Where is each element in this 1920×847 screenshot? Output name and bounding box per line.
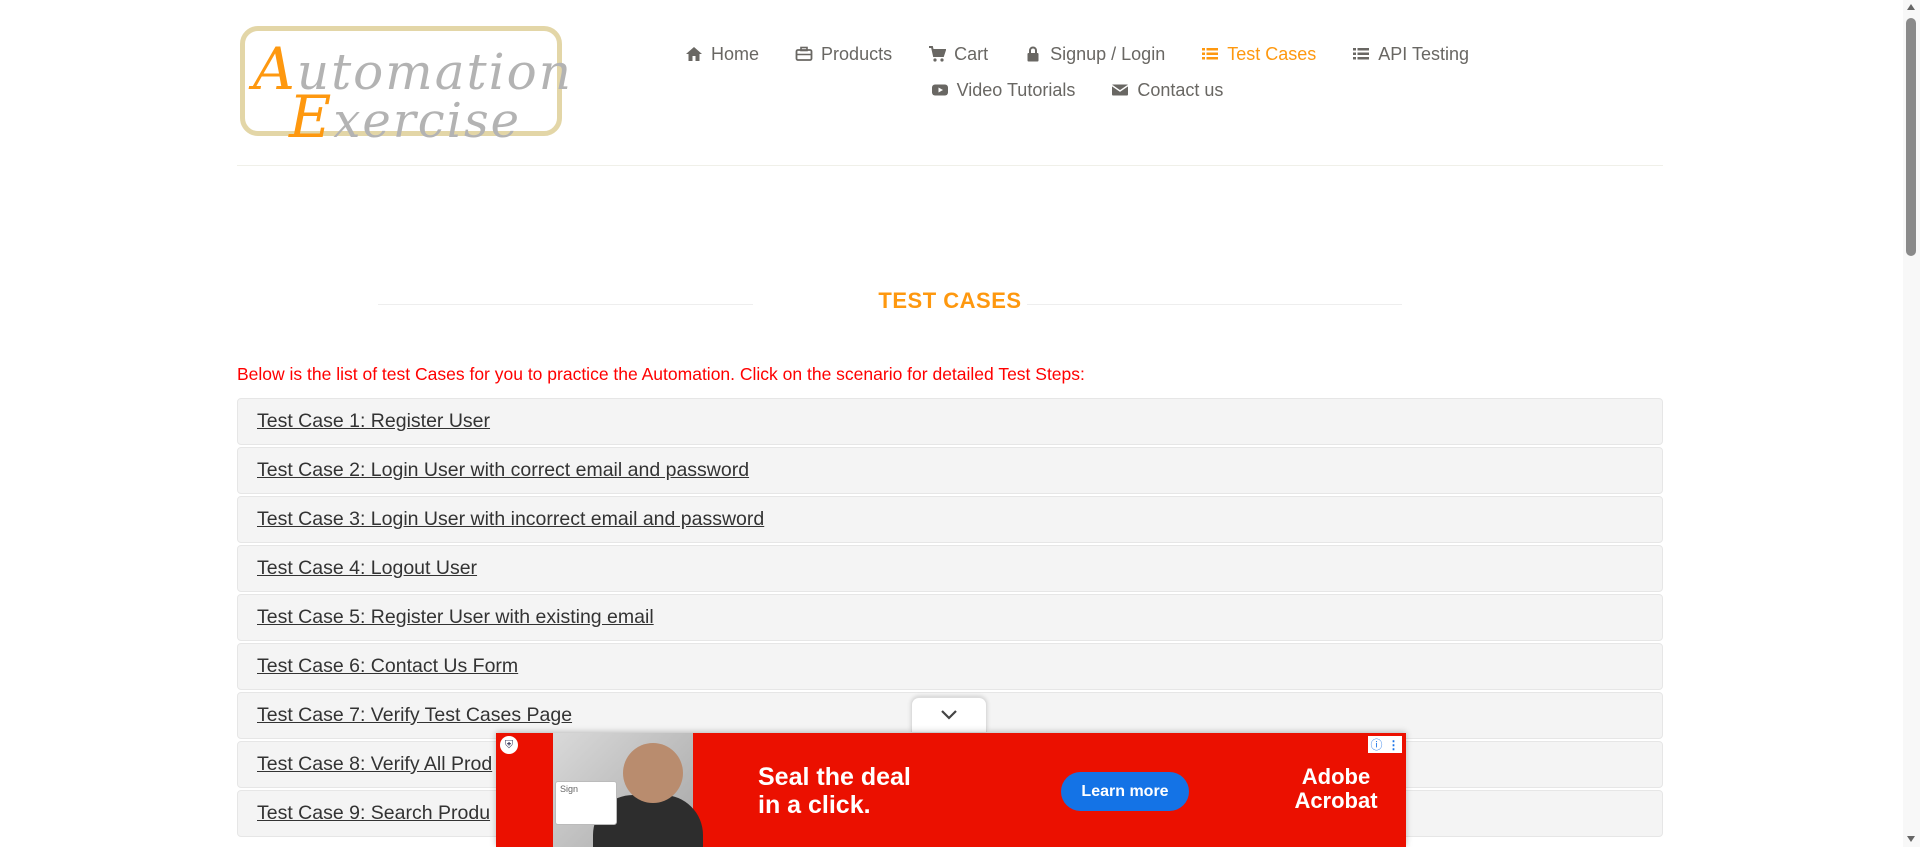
nav-item-products[interactable]: Products: [795, 44, 892, 65]
chevron-down-icon: [941, 710, 957, 720]
test-case-link-2[interactable]: Test Case 2: Login User with correct ema…: [257, 459, 749, 482]
test-case-link-6[interactable]: Test Case 6: Contact Us Form: [257, 655, 518, 678]
home-icon: [686, 47, 703, 61]
nav-label-contact-us: Contact us: [1137, 79, 1224, 100]
scroll-up-arrow-icon[interactable]: [1907, 4, 1915, 10]
nav-row-1: Home Products Cart Signup / Login Test C…: [686, 36, 1469, 72]
header-divider: [237, 165, 1663, 166]
youtube-icon: [931, 84, 948, 96]
ad-banner[interactable]: ⛨ Sign Seal the deal in a click. Learn m…: [496, 733, 1406, 847]
ad-brand: Adobe Acrobat: [1286, 765, 1386, 813]
ad-headline: Seal the deal in a click.: [758, 763, 978, 819]
ad-headline-line-2: in a click.: [758, 791, 871, 819]
site-logo[interactable]: Automation Exercise: [240, 26, 571, 151]
main-nav: Home Products Cart Signup / Login Test C…: [686, 36, 1469, 108]
test-case-link-9[interactable]: Test Case 9: Search Produ: [257, 802, 490, 825]
nav-label-test-cases: Test Cases: [1227, 43, 1317, 64]
nav-label-products: Products: [821, 43, 893, 64]
list-icon: [1202, 48, 1219, 60]
more-options-icon[interactable]: ⋮: [1387, 738, 1399, 752]
title-wrap: TEST CASES: [237, 288, 1663, 314]
list-item: Test Case 2: Login User with correct ema…: [237, 447, 1663, 494]
nav-label-home: Home: [711, 43, 760, 64]
nav-item-cart[interactable]: Cart: [928, 44, 988, 65]
ad-sign-card: Sign: [555, 781, 617, 825]
nav-label-api-testing: API Testing: [1378, 43, 1469, 64]
ad-choices[interactable]: ⓘ ⋮: [1368, 736, 1402, 753]
list-item: Test Case 3: Login User with incorrect e…: [237, 496, 1663, 543]
scroll-down-arrow-icon[interactable]: [1907, 836, 1915, 842]
ad-person-head: [623, 743, 683, 803]
test-case-link-4[interactable]: Test Case 4: Logout User: [257, 557, 477, 580]
nav-label-signup-login: Signup / Login: [1050, 43, 1166, 64]
ad-headline-line-1: Seal the deal: [758, 763, 911, 791]
list-item: Test Case 5: Register User with existing…: [237, 594, 1663, 641]
page-title: TEST CASES: [878, 288, 1022, 313]
shield-icon: ⛨: [500, 736, 518, 754]
ad-brand-line-2: Acrobat: [1294, 788, 1378, 813]
nav-item-api-testing[interactable]: API Testing: [1352, 44, 1469, 65]
ad-collapse-button[interactable]: [911, 697, 987, 732]
ad-image: Sign: [553, 733, 703, 847]
cart-icon: [929, 46, 947, 62]
list-item: Test Case 1: Register User: [237, 398, 1663, 445]
nav-item-signup-login[interactable]: Signup / Login: [1024, 44, 1165, 65]
nav-label-video-tutorials: Video Tutorials: [956, 79, 1076, 100]
info-icon[interactable]: ⓘ: [1370, 736, 1382, 753]
scrollbar-thumb[interactable]: [1906, 18, 1916, 256]
nav-row-2: Video Tutorials Contact us: [737, 72, 1417, 108]
test-case-link-8[interactable]: Test Case 8: Verify All Prod: [257, 753, 492, 776]
intro-text: Below is the list of test Cases for you …: [237, 364, 1085, 384]
envelope-icon: [1111, 84, 1129, 96]
test-case-link-1[interactable]: Test Case 1: Register User: [257, 410, 490, 433]
nav-label-cart: Cart: [954, 43, 989, 64]
list-icon: [1353, 48, 1370, 60]
learn-more-button[interactable]: Learn more: [1061, 772, 1189, 811]
test-case-link-7[interactable]: Test Case 7: Verify Test Cases Page: [257, 704, 572, 727]
nav-item-test-cases[interactable]: Test Cases: [1201, 44, 1316, 65]
briefcase-icon: [795, 46, 813, 61]
nav-item-video-tutorials[interactable]: Video Tutorials: [931, 79, 1076, 101]
nav-item-home[interactable]: Home: [685, 44, 759, 65]
logo-line-2: Exercise: [289, 83, 522, 151]
test-case-link-3[interactable]: Test Case 3: Login User with incorrect e…: [257, 508, 764, 531]
list-item: Test Case 6: Contact Us Form: [237, 643, 1663, 690]
lock-icon: [1027, 46, 1039, 62]
test-case-link-5[interactable]: Test Case 5: Register User with existing…: [257, 606, 654, 629]
ad-brand-line-1: Adobe: [1301, 764, 1371, 789]
nav-item-contact-us[interactable]: Contact us: [1111, 80, 1223, 101]
list-item: Test Case 4: Logout User: [237, 545, 1663, 592]
